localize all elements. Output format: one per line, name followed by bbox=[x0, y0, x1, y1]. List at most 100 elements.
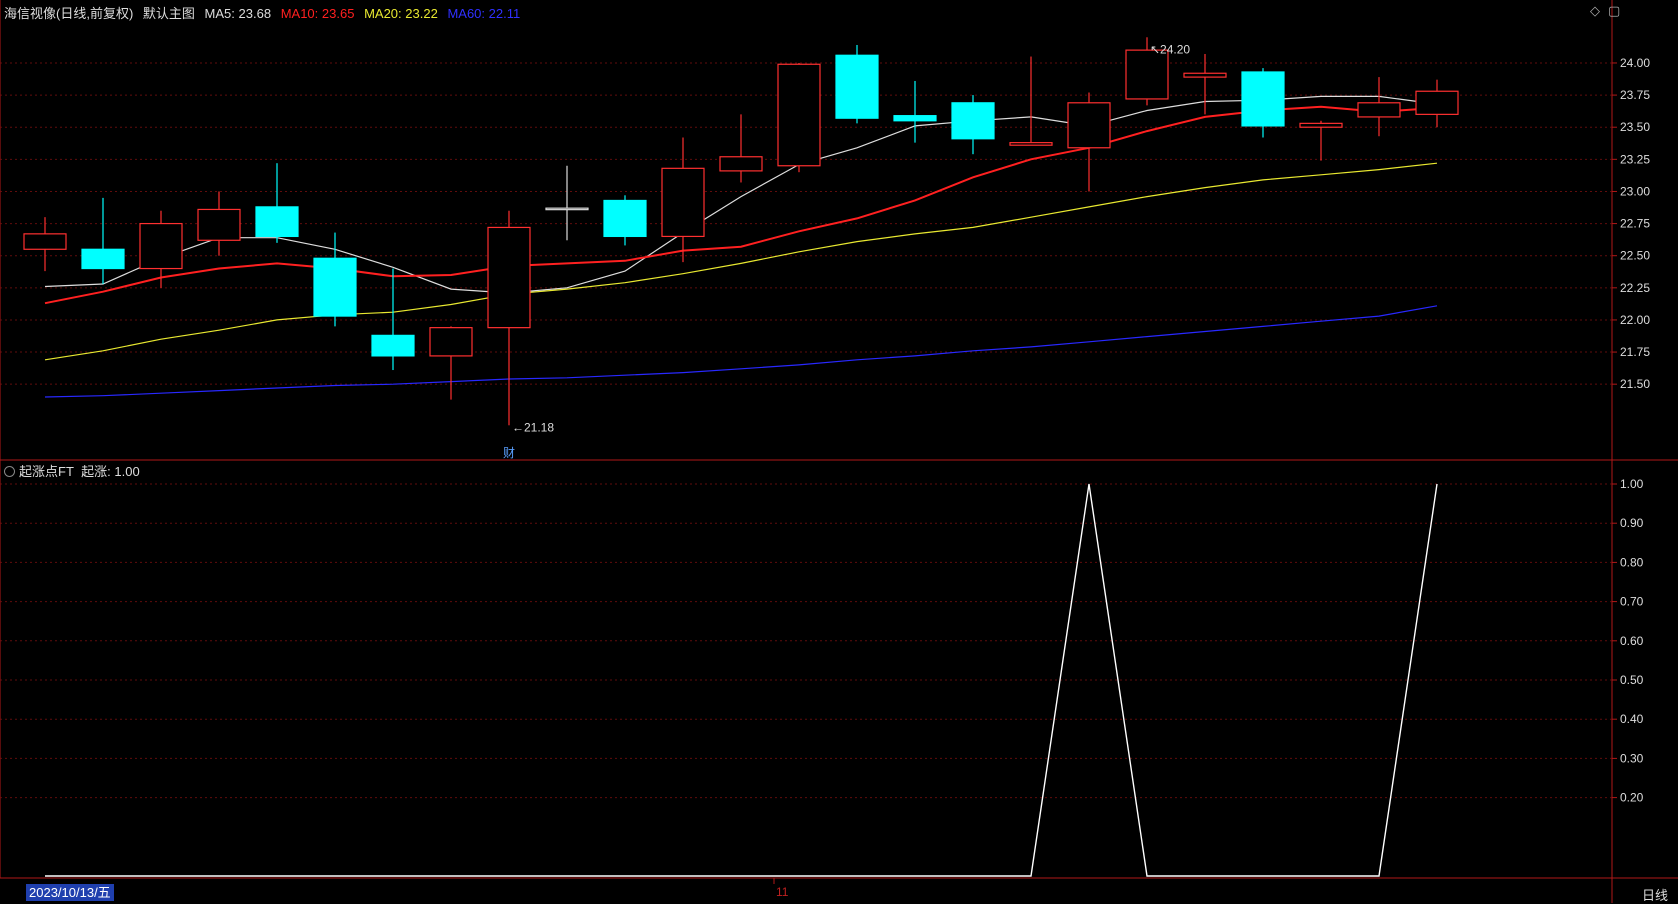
candle bbox=[661, 137, 705, 263]
ma20-label: MA20: bbox=[364, 6, 402, 21]
ma10-legend: MA10: 23.65 bbox=[281, 6, 355, 21]
template-name[interactable]: 默认主图 bbox=[143, 6, 195, 21]
ma10-value: 23.65 bbox=[321, 6, 355, 21]
low-price-label: ←21.18 bbox=[512, 420, 554, 434]
ma5-value: 23.68 bbox=[238, 6, 272, 21]
candle bbox=[1067, 92, 1111, 192]
indicator-menu-icon[interactable] bbox=[4, 466, 15, 477]
chart-header: 海信视像(日线,前复权) 默认主图 MA5: 23.68 MA10: 23.65… bbox=[4, 3, 526, 22]
stock-title[interactable]: 海信视像(日线,前复权) bbox=[4, 6, 133, 21]
candle-body bbox=[1067, 102, 1111, 149]
candle-body bbox=[313, 257, 357, 317]
candle-body bbox=[835, 54, 879, 119]
candle-body bbox=[719, 156, 763, 172]
candle-body bbox=[777, 63, 821, 167]
price-tick-label: 21.75 bbox=[1620, 345, 1650, 359]
price-tick-label: 22.75 bbox=[1620, 217, 1650, 231]
candle-body bbox=[545, 207, 589, 211]
candle-body bbox=[603, 199, 647, 238]
ma60-legend: MA60: 22.11 bbox=[447, 6, 520, 21]
ma60-value: 22.11 bbox=[488, 6, 521, 21]
indicator-tick-label: 0.20 bbox=[1620, 791, 1644, 805]
candle bbox=[81, 197, 125, 284]
period-label[interactable]: 日线 bbox=[1642, 885, 1668, 904]
price-tick-label: 23.25 bbox=[1620, 152, 1650, 166]
indicator-tick-label: 0.70 bbox=[1620, 595, 1644, 609]
candle-body bbox=[1357, 102, 1401, 118]
candle-body bbox=[1299, 122, 1343, 128]
finance-event-label: 财 bbox=[503, 446, 515, 460]
candle bbox=[1415, 79, 1459, 128]
indicator-axis: 1.00 0.90 0.80 0.70 0.60 0.50 0.40 0.30 0.20 bbox=[1612, 477, 1644, 805]
indicator-header: 起涨点FT 起涨: 1.00 bbox=[4, 461, 140, 480]
candle-body bbox=[1183, 72, 1227, 78]
price-tick-label: 22.25 bbox=[1620, 281, 1650, 295]
price-tick-label: 21.50 bbox=[1620, 377, 1650, 391]
candle bbox=[835, 44, 879, 124]
candle-body bbox=[255, 206, 299, 238]
candle bbox=[603, 195, 647, 246]
candle-body bbox=[139, 222, 183, 270]
candle-body bbox=[1125, 49, 1169, 100]
price-tick-label: 22.50 bbox=[1620, 249, 1650, 263]
candle bbox=[23, 217, 67, 272]
ma60-label: MA60: bbox=[447, 6, 486, 21]
candle-body bbox=[23, 233, 67, 250]
candle-body bbox=[1415, 90, 1459, 115]
indicator-tick-label: 0.60 bbox=[1620, 634, 1644, 648]
diamond-icon[interactable]: ◇ bbox=[1590, 3, 1600, 19]
candle-body bbox=[429, 327, 473, 357]
indicator-grid bbox=[0, 483, 1612, 799]
candle-body bbox=[1009, 142, 1053, 146]
indicator-tick-label: 0.30 bbox=[1620, 751, 1644, 765]
candle bbox=[1299, 120, 1343, 161]
candle-body bbox=[371, 334, 415, 357]
candle bbox=[545, 165, 589, 241]
candle-body bbox=[893, 115, 937, 122]
price-tick-label: 24.00 bbox=[1620, 56, 1650, 70]
candle bbox=[893, 80, 937, 143]
candle bbox=[1009, 56, 1053, 146]
high-price-label: ↖24.20 bbox=[1150, 42, 1190, 56]
indicator-name[interactable]: 起涨点FT bbox=[19, 464, 74, 479]
indicator-tick-label: 0.80 bbox=[1620, 555, 1644, 569]
ma5-legend: MA5: 23.68 bbox=[205, 6, 272, 21]
ma5-label: MA5: bbox=[204, 6, 235, 21]
price-tick-label: 23.75 bbox=[1620, 88, 1650, 102]
candle bbox=[255, 163, 299, 243]
candle bbox=[429, 326, 473, 400]
candle bbox=[719, 114, 763, 183]
month-tick-label: 11 bbox=[776, 885, 789, 899]
indicator-series-label: 起涨: bbox=[81, 464, 111, 479]
indicator-tick-label: 0.90 bbox=[1620, 516, 1644, 530]
indicator-tick-label: 1.00 bbox=[1620, 477, 1644, 491]
cursor-date-label: 2023/10/13/五 bbox=[26, 884, 114, 901]
price-tick-label: 22.00 bbox=[1620, 313, 1650, 327]
candle bbox=[1241, 68, 1285, 138]
price-axis: 24.00 23.75 23.50 23.25 23.00 22.75 22.50 22.25… bbox=[1612, 56, 1650, 391]
candle bbox=[197, 191, 241, 256]
candle-body bbox=[1241, 71, 1285, 127]
candle bbox=[1357, 77, 1401, 137]
candle bbox=[139, 210, 183, 288]
price-tick-label: 23.00 bbox=[1620, 184, 1650, 198]
ma20-value: 23.22 bbox=[405, 6, 438, 21]
indicator-value: 1.00 bbox=[114, 464, 140, 479]
candle bbox=[371, 268, 415, 371]
candle-body bbox=[487, 226, 531, 329]
candle-body bbox=[81, 248, 125, 270]
candle bbox=[487, 210, 531, 426]
ma10-label: MA10: bbox=[280, 6, 319, 21]
candle bbox=[951, 95, 995, 155]
candle-body bbox=[661, 167, 705, 238]
ma20-legend: MA20: 23.22 bbox=[364, 6, 438, 21]
candle bbox=[777, 62, 821, 173]
candle-body bbox=[197, 208, 241, 241]
candle-body bbox=[951, 102, 995, 140]
price-tick-label: 23.50 bbox=[1620, 120, 1650, 134]
window-icon[interactable]: ▢ bbox=[1608, 3, 1620, 19]
ma20-line bbox=[44, 162, 1438, 361]
indicator-tick-label: 0.40 bbox=[1620, 712, 1644, 726]
indicator-tick-label: 0.50 bbox=[1620, 673, 1644, 687]
stock-chart: 24.00 23.75 23.50 23.25 23.00 22.75 22.50 22.25… bbox=[0, 0, 1678, 903]
